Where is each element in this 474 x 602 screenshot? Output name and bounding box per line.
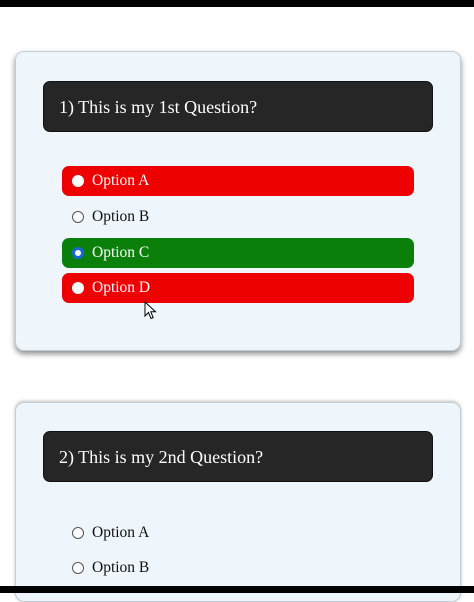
q1-option-d[interactable]: Option D [62,273,414,303]
top-border-bar [0,0,474,7]
bottom-border-bar [0,586,474,593]
arrow-pointer-icon [144,301,157,320]
question-card-1: 1) This is my 1st Question? Option A Opt… [15,51,461,351]
q2-option-a[interactable]: Option A [62,518,414,548]
radio-button-icon[interactable] [72,282,84,294]
option-label: Option C [92,244,150,261]
option-label: Option A [92,172,150,189]
q1-option-c[interactable]: Option C [62,238,414,268]
option-label: Option A [92,524,150,541]
radio-button-checked-icon[interactable] [72,247,84,259]
question-title-2: 2) This is my 2nd Question? [43,431,433,482]
radio-button-icon[interactable] [72,562,84,574]
q2-option-b[interactable]: Option B [62,553,414,583]
q1-option-b[interactable]: Option B [62,202,414,232]
radio-button-icon[interactable] [72,211,84,223]
option-label: Option B [92,208,150,225]
question-title-1: 1) This is my 1st Question? [43,81,433,132]
q1-option-a[interactable]: Option A [62,166,414,196]
radio-button-icon[interactable] [72,175,84,187]
radio-button-icon[interactable] [72,527,84,539]
question-card-2: 2) This is my 2nd Question? Option A Opt… [15,402,461,602]
option-label: Option D [92,279,151,296]
option-label: Option B [92,559,150,576]
